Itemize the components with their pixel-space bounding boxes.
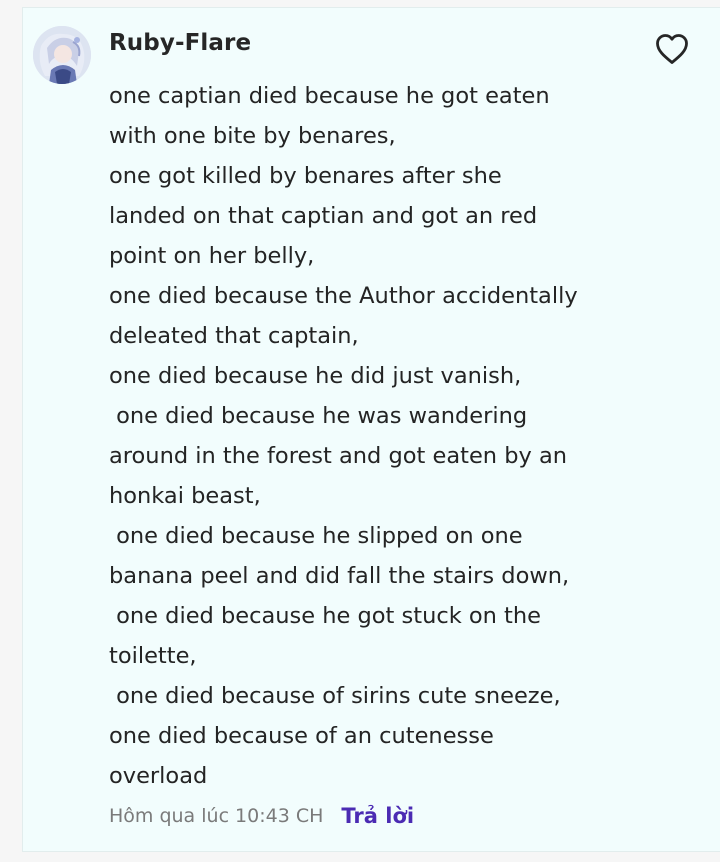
comment-meta: Hôm qua lúc 10:43 CH Trả lời xyxy=(109,796,414,836)
reply-button[interactable]: Trả lời xyxy=(341,804,414,828)
comment-line: point on her belly, xyxy=(109,243,315,269)
comment-timestamp: Hôm qua lúc 10:43 CH xyxy=(109,805,324,827)
comment-line: toilette, xyxy=(109,643,197,669)
comment-line: overload xyxy=(109,763,208,789)
comment-line: with one bite by benares, xyxy=(109,123,396,149)
avatar[interactable] xyxy=(33,26,91,84)
comment-line: one died because he was wandering xyxy=(109,403,528,429)
comment-line: one died because of sirins cute sneeze, xyxy=(109,683,561,709)
comment-line: one died because the Author accidentally xyxy=(109,283,578,309)
comment-line: honkai beast, xyxy=(109,483,261,509)
comment-line: around in the forest and got eaten by an xyxy=(109,443,567,469)
comment-line: one died because he slipped on one xyxy=(109,523,523,549)
heart-outline-icon xyxy=(656,34,688,64)
comment-author[interactable]: Ruby-Flare xyxy=(109,30,251,56)
comment-line: landed on that captian and got an red xyxy=(109,203,538,229)
comment-line: one died because of an cutenesse xyxy=(109,723,494,749)
comment-line: deleated that captain, xyxy=(109,323,359,349)
comment-line: banana peel and did fall the stairs down… xyxy=(109,563,570,589)
comment-text: one captian died because he got eaten wi… xyxy=(109,76,669,796)
comment-card: Ruby-Flare one captian died because he g… xyxy=(22,7,720,852)
comment-line: one died because he got stuck on the xyxy=(109,603,541,629)
comment-line: one got killed by benares after she xyxy=(109,163,502,189)
like-button[interactable] xyxy=(654,32,690,66)
comment-line: one captian died because he got eaten xyxy=(109,83,550,109)
comment-line: one died because he did just vanish, xyxy=(109,363,522,389)
